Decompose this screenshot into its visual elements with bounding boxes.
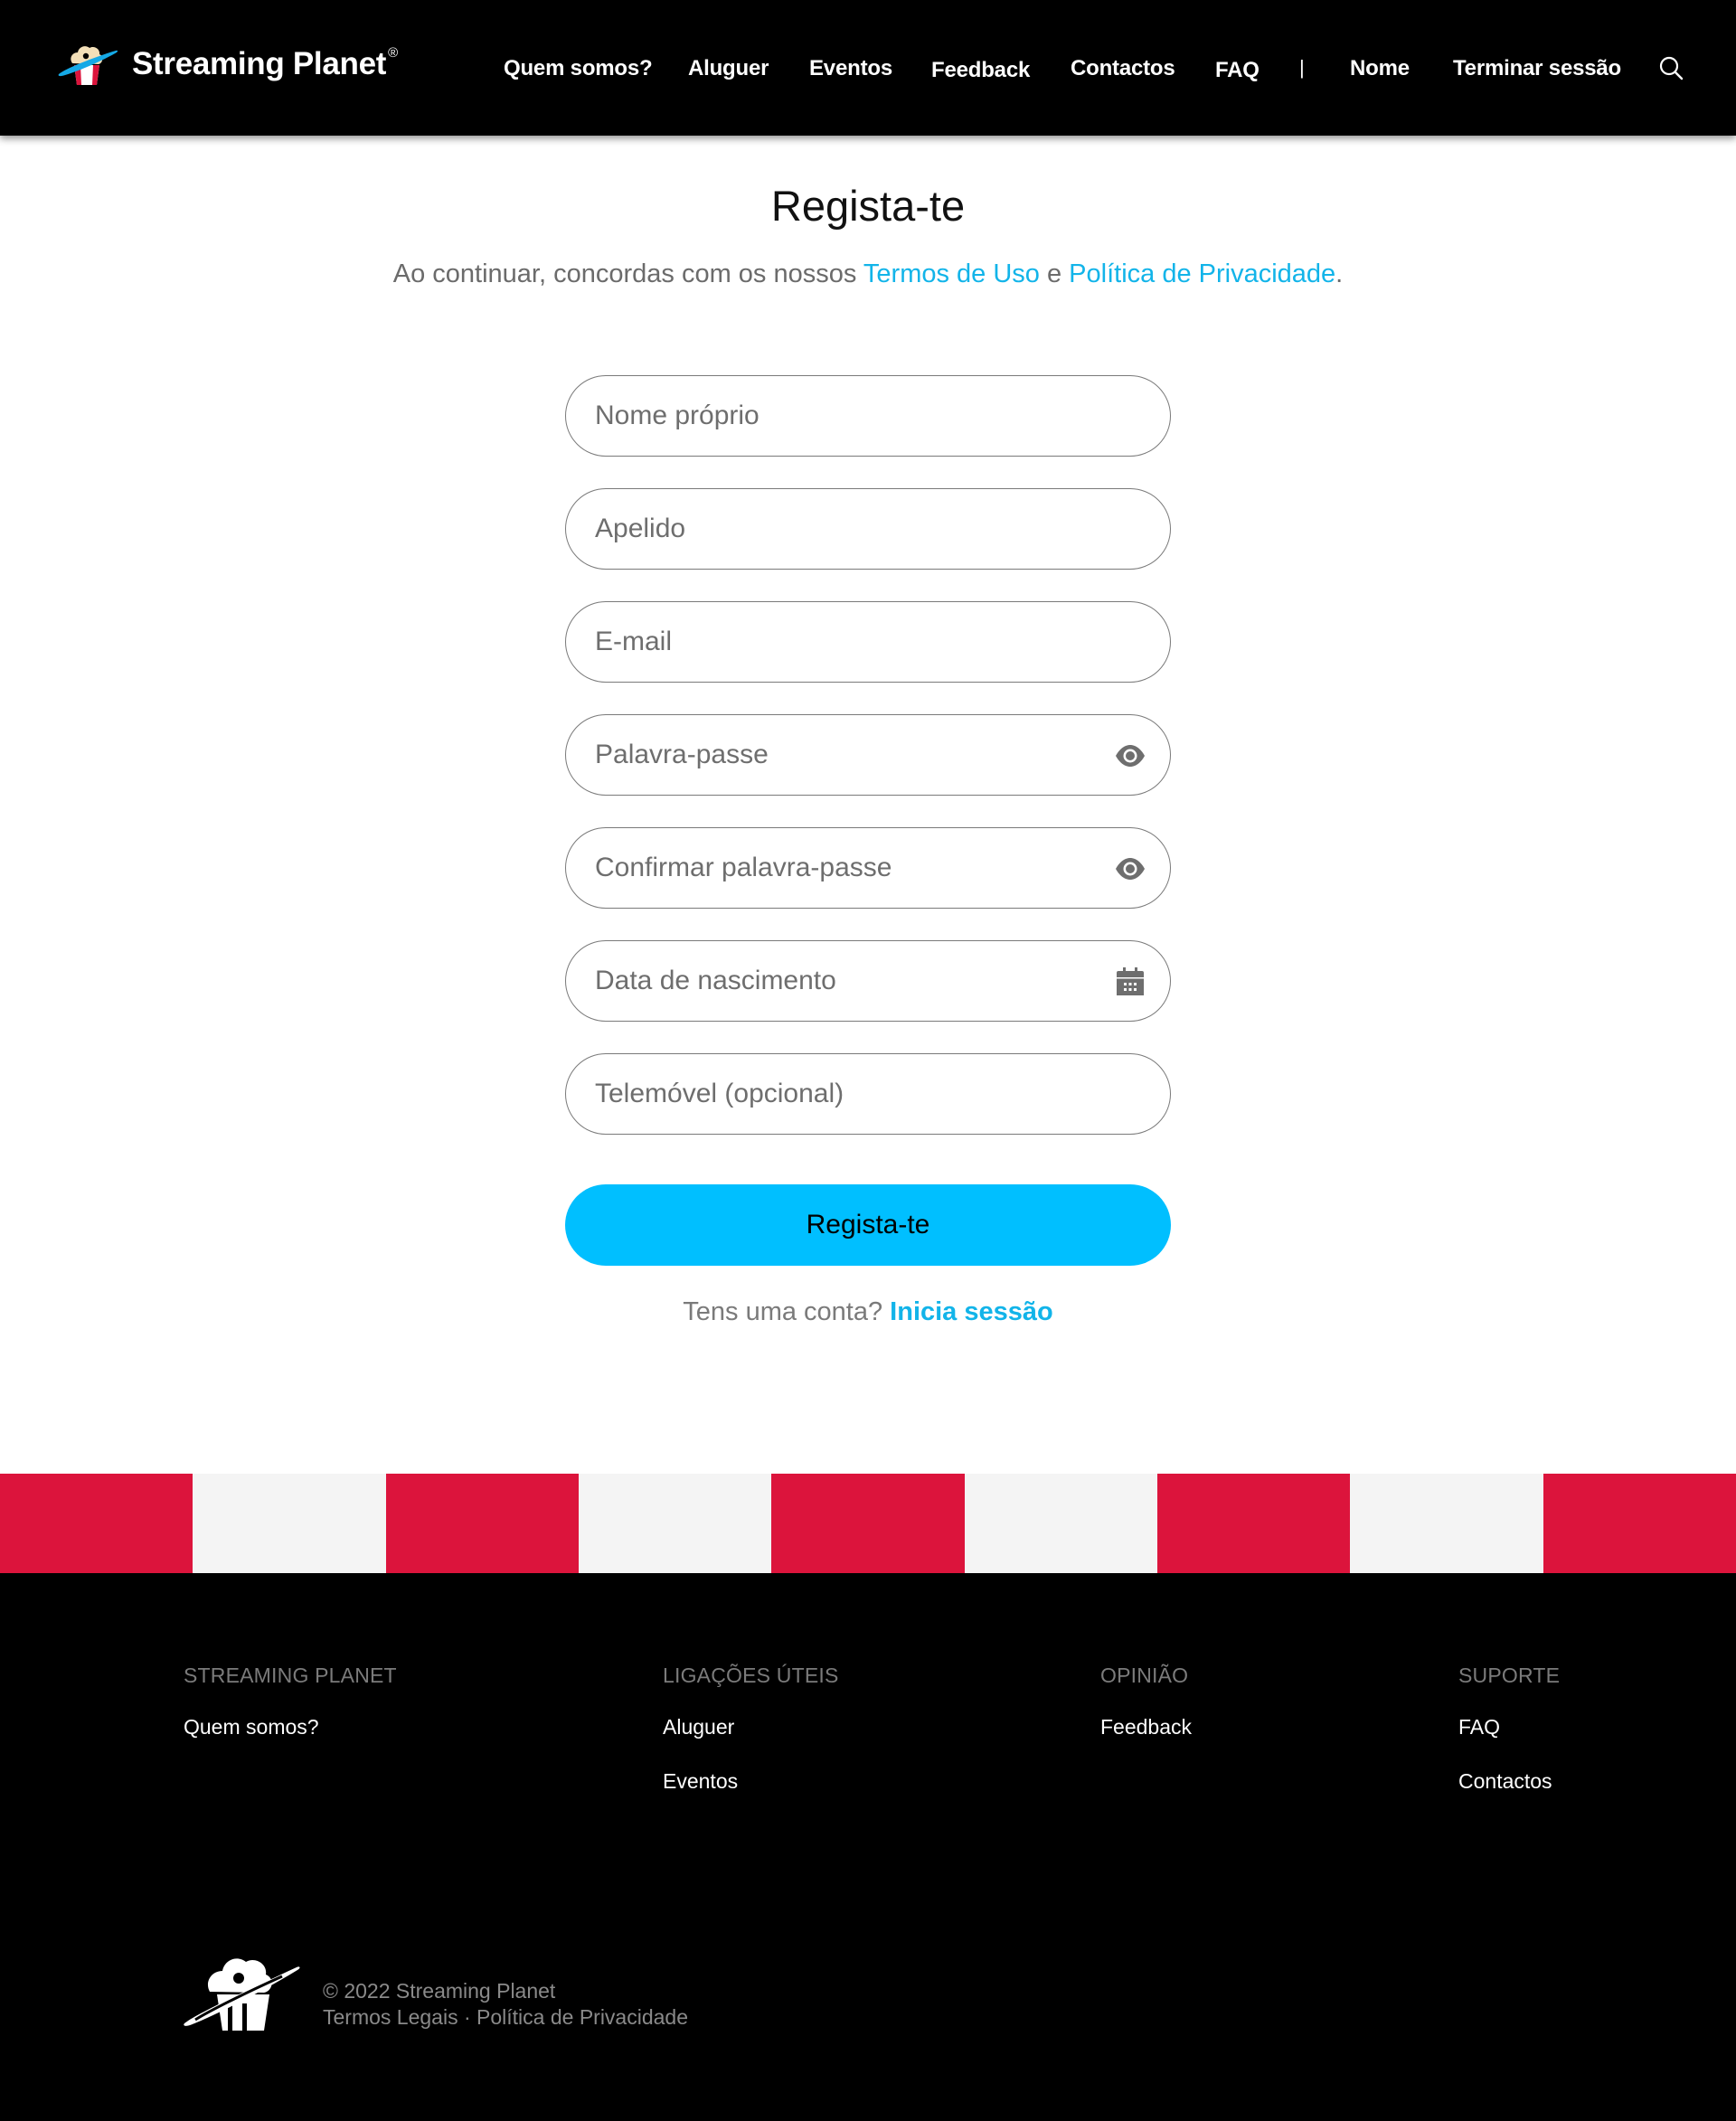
phone-field [565,1053,1171,1135]
open-date-picker-button[interactable] [1114,966,1146,998]
phone-input[interactable] [595,1054,1101,1134]
decorative-stripes [0,1474,1736,1573]
stripe [193,1474,386,1573]
footer-heading: LIGAÇÕES ÚTEIS [663,1664,839,1687]
footer-link-contactos[interactable]: Contactos [1458,1769,1560,1794]
footer-link-quem-somos[interactable]: Quem somos? [184,1715,397,1739]
terms-of-use-link[interactable]: Termos de Uso [863,259,1040,288]
footer-column-ligacoes-uteis: LIGAÇÕES ÚTEIS Aluguer Eventos [663,1664,839,1824]
main-nav: Quem somos? Aluguer Eventos Feedback Con… [0,0,1736,136]
nav-separator: | [1299,56,1305,79]
toggle-confirm-password-visibility-button[interactable] [1114,853,1146,885]
birthdate-field [565,940,1171,1022]
stripe [0,1474,193,1573]
nav-faq[interactable]: FAQ [1215,58,1260,83]
stripe [385,1474,579,1573]
footer-logo-icon [184,1958,300,2031]
footer-column-opiniao: OPINIÃO Feedback [1100,1664,1192,1769]
toggle-password-visibility-button[interactable] [1114,740,1146,772]
register-submit-button[interactable]: Regista-te [565,1184,1171,1266]
login-link[interactable]: Inicia sessão [890,1297,1053,1326]
footer-link-eventos[interactable]: Eventos [663,1769,839,1794]
stripe [771,1474,965,1573]
eye-icon [1116,858,1145,880]
copyright-text: © 2022 Streaming Planet [323,1979,556,2003]
footer-link-aluguer[interactable]: Aluguer [663,1715,839,1739]
footer-link-faq[interactable]: FAQ [1458,1715,1560,1739]
confirm-password-field [565,827,1171,909]
stripe [1350,1474,1543,1573]
privacy-policy-link[interactable]: Política de Privacidade [1069,259,1335,288]
last-name-input[interactable] [595,489,1101,569]
password-field [565,714,1171,796]
terms-notice: Ao continuar, concordas com os nossos Te… [0,259,1736,289]
email-field [565,601,1171,683]
footer-column-streaming-planet: STREAMING PLANET Quem somos? [184,1664,397,1769]
site-header: Streaming Planet ® Quem somos? Aluguer E… [0,0,1736,136]
stripe [1156,1474,1351,1573]
footer-legal: © 2022 Streaming Planet Termos Legais · … [323,1978,688,2031]
login-prompt: Tens uma conta? Inicia sessão [0,1297,1736,1327]
search-button[interactable] [1658,55,1685,82]
footer-column-suporte: SUPORTE FAQ Contactos [1458,1664,1560,1824]
email-input[interactable] [595,602,1101,682]
nav-user-name[interactable]: Nome [1350,56,1410,81]
terms-notice-suffix: . [1335,259,1344,288]
footer-heading: OPINIÃO [1100,1664,1189,1687]
legal-terms-link[interactable]: Termos Legais [323,2005,458,2029]
footer-link-feedback[interactable]: Feedback [1100,1715,1192,1739]
birthdate-input[interactable] [595,941,1101,1021]
page-title: Regista-te [770,182,966,230]
nav-eventos[interactable]: Eventos [809,56,892,81]
footer-heading: STREAMING PLANET [184,1664,397,1687]
legal-links: Termos Legais · Política de Privacidade [323,2004,688,2031]
nav-quem-somos[interactable]: Quem somos? [504,56,653,81]
calendar-icon [1117,967,1144,995]
page: Streaming Planet ® Quem somos? Aluguer E… [0,0,1736,2121]
first-name-input[interactable] [595,376,1101,456]
stripe [1543,1474,1736,1573]
nav-feedback[interactable]: Feedback [931,58,1030,83]
nav-logout[interactable]: Terminar sessão [1453,56,1621,81]
nav-contactos[interactable]: Contactos [1071,56,1175,81]
footer-heading: SUPORTE [1458,1664,1561,1687]
login-prompt-text: Tens uma conta? [683,1297,891,1326]
stripe [964,1474,1157,1573]
password-input[interactable] [595,715,1101,795]
eye-icon [1116,745,1145,767]
first-name-field [565,375,1171,457]
legal-separator: · [458,2005,477,2029]
search-icon [1659,56,1684,80]
terms-notice-prefix: Ao continuar, concordas com os nossos [392,259,863,288]
nav-aluguer[interactable]: Aluguer [688,56,769,81]
terms-notice-and: e [1039,259,1070,288]
footer-privacy-link[interactable]: Política de Privacidade [476,2005,688,2029]
site-footer: STREAMING PLANET Quem somos? LIGAÇÕES ÚT… [0,1573,1736,2121]
last-name-field [565,488,1171,570]
stripe [578,1474,772,1573]
confirm-password-input[interactable] [595,828,1101,908]
